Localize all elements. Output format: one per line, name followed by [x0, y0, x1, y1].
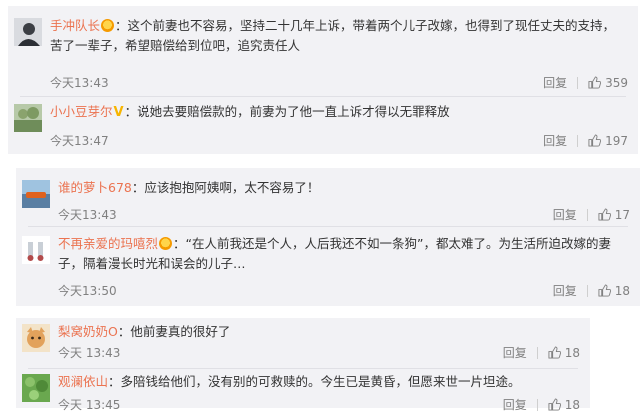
comment-actions: 回复 18	[503, 344, 580, 361]
avatar[interactable]	[14, 18, 42, 46]
timestamp: 今天13:47	[50, 134, 109, 148]
action-divider	[536, 346, 538, 359]
comment-text-block: 观澜依山：多陪钱给他们，没有别的可救赎的。今生已是黄昏，但愿来世一片坦途。	[58, 372, 578, 392]
comment-text-block: 小小豆芽尔V：说她去要赔偿款的，前妻为了他一直上诉才得以无罪释放	[50, 102, 626, 123]
thumbs-up-icon[interactable]	[588, 76, 602, 89]
comment-actions: 回复 18	[553, 282, 630, 299]
comment-card-2: 谁的萝卜678：应该抱抱阿姨啊，太不容易了！ 今天13:43 回复 17 不再亲…	[16, 168, 640, 306]
comment-text: 他前妻真的很好了	[130, 324, 231, 339]
comment-actions: 回复 18	[503, 396, 580, 413]
avatar[interactable]	[22, 374, 50, 402]
reply-button[interactable]: 回复	[503, 396, 527, 413]
action-divider	[536, 398, 538, 411]
comment-actions: 回复 359	[543, 74, 628, 91]
reply-button[interactable]: 回复	[553, 206, 577, 223]
comment-item: 不再亲爱的玛嘻烈 ：“在人前我还是个人，人后我还不如一条狗”，都太难了。为生活所迫…	[16, 230, 640, 304]
timestamp: 今天13:43	[50, 76, 109, 90]
comment-divider	[28, 226, 628, 227]
reply-button[interactable]: 回复	[553, 282, 577, 299]
like-count: 18	[614, 283, 630, 298]
username-link[interactable]: 小小豆芽尔	[50, 104, 113, 119]
colon: ：	[131, 180, 145, 195]
comment-card-1: 手冲队长 ：这个前妻也不容易，坚持二十几年上诉，带着两个儿子改嫁，也得到了现任丈夫…	[8, 6, 638, 154]
comment-card-3: 梨窝奶奶O：他前妻真的很好了 今天 13:43 回复 18 观澜依山：多陪钱给他…	[16, 318, 590, 412]
comment-text-block: 谁的萝卜678：应该抱抱阿姨啊，太不容易了！	[58, 178, 628, 198]
username-link[interactable]: 谁的萝卜678	[58, 180, 132, 195]
avatar[interactable]	[14, 104, 42, 132]
v-badge-icon: V	[113, 105, 124, 120]
like-count: 197	[605, 133, 628, 148]
timestamp: 今天13:50	[58, 284, 117, 298]
like-count: 17	[614, 207, 630, 222]
colon: ：	[117, 324, 131, 339]
comment-divider	[20, 96, 626, 97]
comment-text: 这个前妻也不容易，坚持二十几年上诉，带着两个儿子改嫁，也得到了现任丈夫的支持，苦…	[50, 18, 616, 53]
action-divider	[586, 208, 588, 221]
action-divider	[586, 284, 588, 297]
comment-item: 手冲队长 ：这个前妻也不容易，坚持二十几年上诉，带着两个儿子改嫁，也得到了现任丈夫…	[8, 12, 638, 98]
timestamp: 今天 13:43	[58, 346, 121, 360]
comment-item: 观澜依山：多陪钱给他们，没有别的可救赎的。今生已是黄昏，但愿来世一片坦途。 今天…	[16, 368, 590, 412]
like-count: 18	[564, 345, 580, 360]
reply-button[interactable]: 回复	[503, 344, 527, 361]
colon: ：	[124, 104, 138, 119]
timestamp: 今天 13:45	[58, 398, 121, 412]
thumbs-up-icon[interactable]	[598, 284, 611, 297]
thumbs-up-icon[interactable]	[548, 346, 561, 359]
action-divider	[577, 134, 579, 147]
comment-text-block: 手冲队长 ：这个前妻也不容易，坚持二十几年上诉，带着两个儿子改嫁，也得到了现任丈夫…	[50, 16, 626, 56]
like-count: 359	[605, 75, 628, 90]
thumbs-up-icon[interactable]	[598, 208, 611, 221]
like-count: 18	[564, 397, 580, 412]
crown-badge-icon	[101, 19, 115, 32]
comment-text: 说她去要赔偿款的，前妻为了他一直上诉才得以无罪释放	[137, 104, 450, 119]
username-link[interactable]: 观澜依山	[58, 374, 108, 389]
username-link[interactable]: 梨窝奶奶O	[58, 324, 118, 339]
thumbs-up-icon[interactable]	[548, 398, 561, 411]
colon: ：	[115, 18, 128, 33]
username-link[interactable]: 不再亲爱的玛嘻烈	[58, 236, 158, 251]
comment-text-block: 不再亲爱的玛嘻烈 ：“在人前我还是个人，人后我还不如一条狗”，都太难了。为生活所迫…	[58, 234, 628, 274]
avatar[interactable]	[22, 324, 50, 352]
username-link[interactable]: 手冲队长	[50, 18, 100, 33]
comment-actions: 回复 17	[553, 206, 630, 223]
timestamp: 今天13:43	[58, 208, 117, 222]
crown-badge-icon	[159, 237, 173, 250]
avatar[interactable]	[22, 180, 50, 208]
colon: ：	[173, 236, 186, 251]
comment-text: 多陪钱给他们，没有别的可救赎的。今生已是黄昏，但愿来世一片坦途。	[120, 374, 521, 389]
comment-item: 梨窝奶奶O：他前妻真的很好了 今天 13:43 回复 18	[16, 318, 590, 366]
reply-button[interactable]: 回复	[543, 132, 567, 149]
colon: ：	[108, 374, 121, 389]
comment-actions: 回复 197	[543, 132, 628, 149]
comment-text: 应该抱抱阿姨啊，太不容易了！	[144, 180, 320, 195]
reply-button[interactable]: 回复	[543, 74, 567, 91]
comment-item: 小小豆芽尔V：说她去要赔偿款的，前妻为了他一直上诉才得以无罪释放 今天13:47…	[8, 98, 638, 152]
comment-text-block: 梨窝奶奶O：他前妻真的很好了	[58, 322, 578, 342]
avatar[interactable]	[22, 236, 50, 264]
action-divider	[577, 76, 579, 89]
thumbs-up-icon[interactable]	[588, 134, 602, 147]
comment-item: 谁的萝卜678：应该抱抱阿姨啊，太不容易了！ 今天13:43 回复 17	[16, 174, 640, 226]
